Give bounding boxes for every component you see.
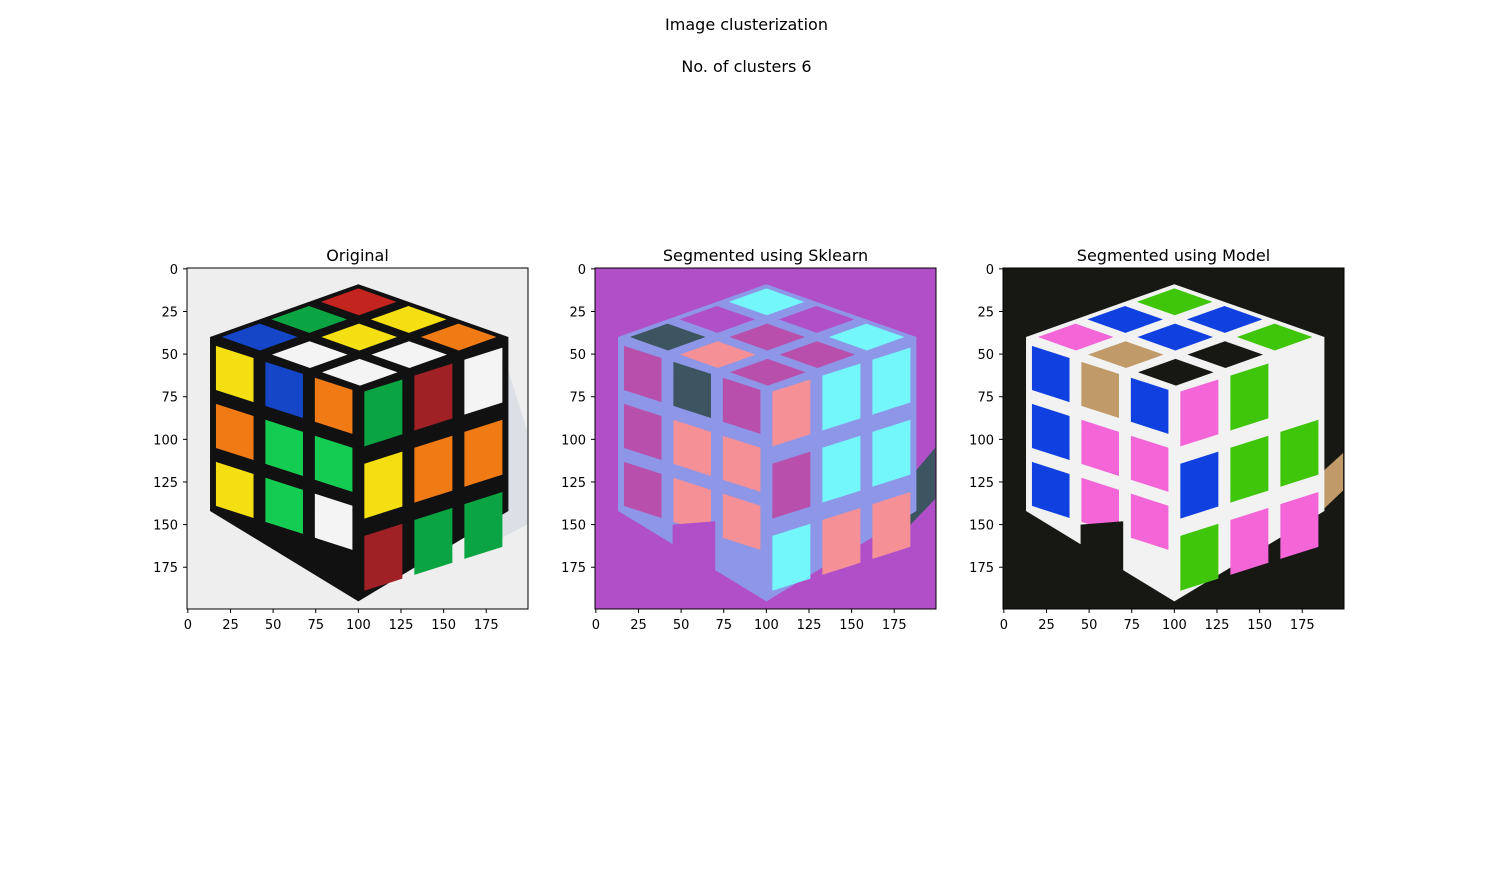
image-panel-1: Original 0 25 50 75 100 125 150 175 0 25 50 75 100 125… (153, 246, 529, 633)
x-tick-label: 50 (265, 618, 282, 633)
y-tick-label: 50 (161, 348, 178, 363)
image-content (595, 268, 936, 609)
x-tick-label: 25 (630, 618, 647, 633)
x-tick-label: 50 (1081, 618, 1098, 633)
x-tick-label: 25 (222, 618, 239, 633)
x-tick-label: 125 (797, 618, 822, 633)
figure-canvas: Original 0 25 50 75 100 125 150 175 0 25 50 75 100 125… (153, 246, 1345, 633)
y-tick-label: 25 (977, 305, 994, 320)
x-tick-label: 125 (1205, 618, 1230, 633)
image-panel-3: Segmented using Model 0 25 50 75 100 125 150 175… (969, 246, 1345, 633)
y-tick-label: 0 (170, 263, 178, 278)
x-tick-label: 175 (882, 618, 907, 633)
x-tick-label: 25 (1038, 618, 1055, 633)
x-tick-label: 150 (1247, 618, 1272, 633)
image-panel-2: Segmented using Sklearn 0 25 50 75 100 125 150 1… (561, 246, 937, 633)
panel-title: Segmented using Sklearn (663, 246, 868, 265)
y-tick-label: 75 (569, 391, 586, 406)
y-tick-label: 125 (561, 476, 586, 491)
image-content (187, 268, 528, 609)
y-tick-label: 150 (561, 519, 586, 534)
x-tick-label: 100 (346, 618, 371, 633)
y-tick-label: 75 (161, 391, 178, 406)
y-tick-label: 75 (977, 391, 994, 406)
x-tick-label: 75 (1123, 618, 1140, 633)
y-tick-label: 100 (969, 433, 994, 448)
x-tick-label: 0 (184, 618, 192, 633)
y-tick-label: 0 (578, 263, 586, 278)
x-tick-label: 150 (431, 618, 456, 633)
y-tick-label: 50 (977, 348, 994, 363)
y-tick-label: 175 (969, 561, 994, 576)
x-tick-label: 50 (673, 618, 690, 633)
y-tick-label: 175 (153, 561, 178, 576)
y-tick-label: 50 (569, 348, 586, 363)
y-tick-label: 125 (153, 476, 178, 491)
x-tick-label: 0 (1000, 618, 1008, 633)
y-tick-label: 150 (969, 519, 994, 534)
x-tick-label: 100 (754, 618, 779, 633)
y-tick-label: 25 (569, 305, 586, 320)
y-tick-label: 125 (969, 476, 994, 491)
y-tick-label: 100 (153, 433, 178, 448)
x-tick-label: 100 (1162, 618, 1187, 633)
y-tick-label: 25 (161, 305, 178, 320)
cutout-region (1080, 521, 1124, 609)
image-content (1003, 268, 1344, 609)
x-tick-label: 75 (715, 618, 732, 633)
y-tick-label: 0 (986, 263, 994, 278)
x-tick-label: 125 (389, 618, 414, 633)
cutout-region (672, 521, 716, 609)
x-tick-label: 0 (592, 618, 600, 633)
x-tick-label: 175 (1290, 618, 1315, 633)
x-tick-label: 175 (474, 618, 499, 633)
x-tick-label: 150 (839, 618, 864, 633)
y-tick-label: 150 (153, 519, 178, 534)
panel-title: Segmented using Model (1077, 246, 1270, 265)
y-tick-label: 100 (561, 433, 586, 448)
y-tick-label: 175 (561, 561, 586, 576)
panel-title: Original (326, 246, 389, 265)
x-tick-label: 75 (307, 618, 324, 633)
